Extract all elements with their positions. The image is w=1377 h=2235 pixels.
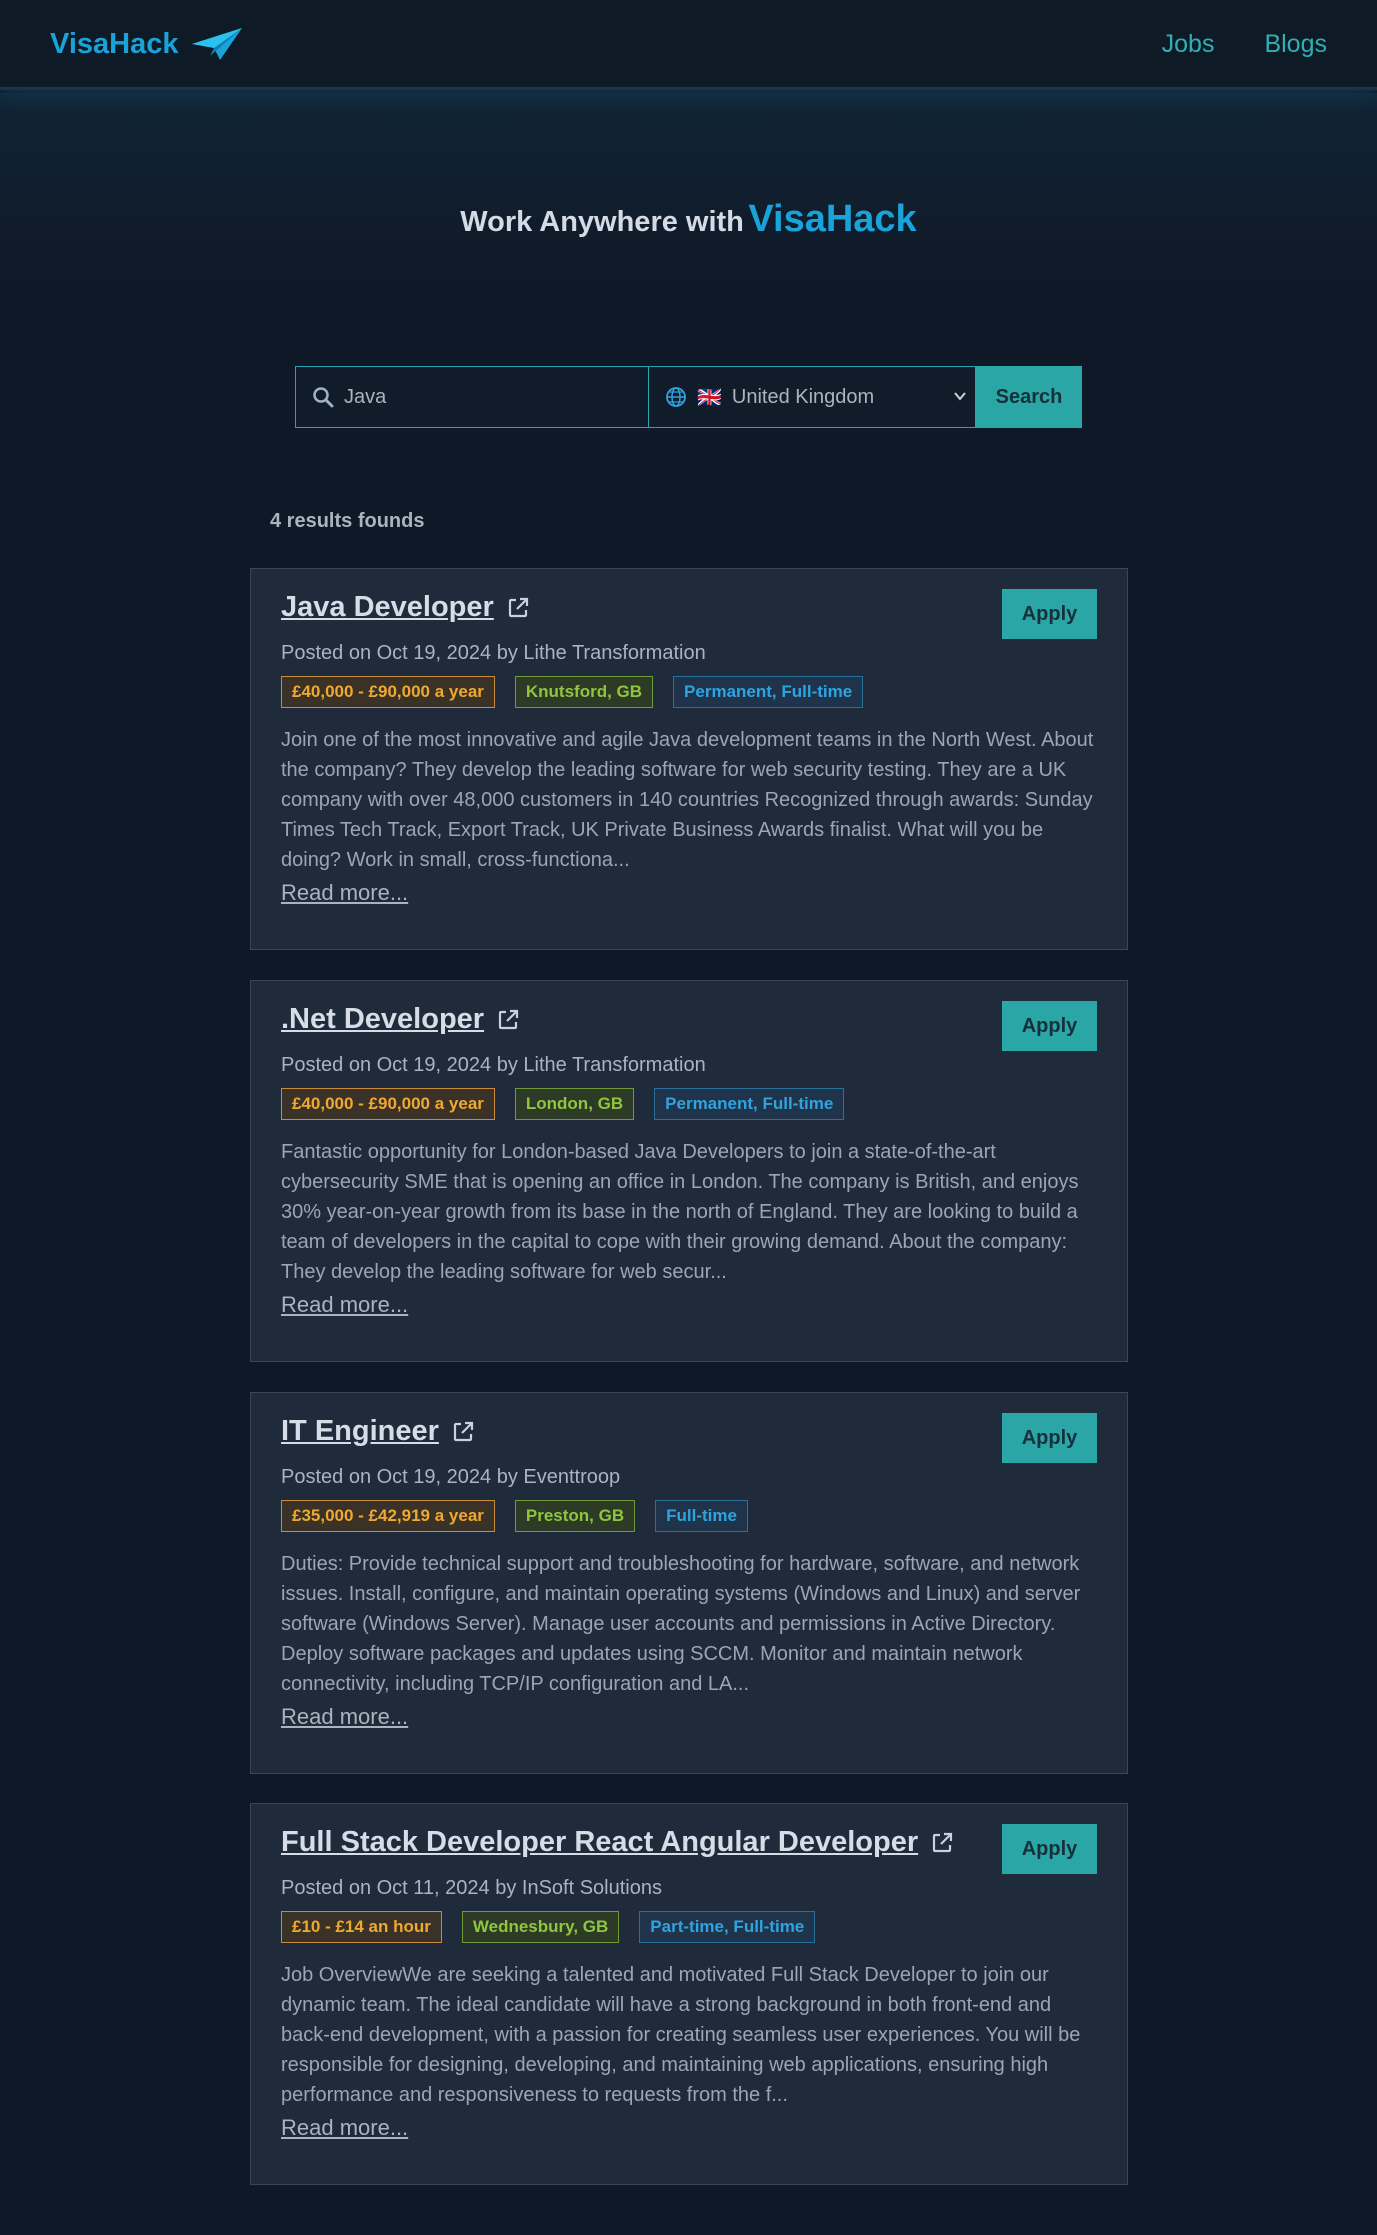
external-link-icon[interactable] <box>506 596 530 620</box>
search-field[interactable] <box>295 366 649 428</box>
read-more-link[interactable]: Read more... <box>281 1704 408 1730</box>
search-form: 🇬🇧 United Kingdom Search <box>295 366 1082 428</box>
job-title-link[interactable]: IT Engineer <box>281 1415 439 1448</box>
job-type-tag: Permanent, Full-time <box>673 676 864 708</box>
country-flag: 🇬🇧 <box>697 386 722 409</box>
job-title-link[interactable]: Full Stack Developer React Angular Devel… <box>281 1826 918 1859</box>
search-button[interactable]: Search <box>976 366 1082 428</box>
job-card: Full Stack Developer React Angular Devel… <box>250 1803 1128 2185</box>
globe-icon <box>666 387 686 407</box>
read-more-link[interactable]: Read more... <box>281 880 408 906</box>
job-description: Fantastic opportunity for London-based J… <box>281 1141 1079 1283</box>
nav-link-blogs[interactable]: Blogs <box>1264 30 1327 59</box>
job-tags: £35,000 - £42,919 a year Preston, GB Ful… <box>281 1500 748 1532</box>
job-tags: £10 - £14 an hour Wednesbury, GB Part-ti… <box>281 1911 816 1943</box>
apply-button[interactable]: Apply <box>1002 1824 1097 1874</box>
paper-plane-icon <box>192 28 243 60</box>
chevron-down-icon <box>954 392 966 401</box>
hero-glow <box>0 93 1377 293</box>
job-card: IT Engineer Apply Posted on Oct 19, 2024… <box>250 1392 1128 1774</box>
job-posted-info: Posted on Oct 11, 2024 by InSoft Solutio… <box>281 1877 662 1899</box>
external-link-icon[interactable] <box>451 1420 475 1444</box>
brand-name[interactable]: VisaHack <box>50 28 178 61</box>
hero-heading: Work Anywhere with VisaHack <box>0 198 1377 241</box>
nav-links: Jobs Blogs <box>1162 30 1327 59</box>
country-select[interactable]: 🇬🇧 United Kingdom <box>649 366 976 428</box>
job-title-link[interactable]: Java Developer <box>281 591 494 624</box>
salary-tag: £40,000 - £90,000 a year <box>281 1088 495 1120</box>
job-description: Join one of the most innovative and agil… <box>281 729 1094 871</box>
location-tag: Preston, GB <box>514 1500 636 1532</box>
read-more-link[interactable]: Read more... <box>281 2115 408 2141</box>
hero-lead-text: Work Anywhere with <box>460 206 744 238</box>
salary-tag: £10 - £14 an hour <box>281 1911 442 1943</box>
apply-button[interactable]: Apply <box>1002 1413 1097 1463</box>
job-description: Job OverviewWe are seeking a talented an… <box>281 1964 1081 2106</box>
job-description: Duties: Provide technical support and tr… <box>281 1553 1081 1695</box>
job-title-row: Full Stack Developer React Angular Devel… <box>281 1826 954 1859</box>
job-title-row: IT Engineer <box>281 1415 475 1448</box>
job-posted-info: Posted on Oct 19, 2024 by Lithe Transfor… <box>281 642 706 664</box>
job-title-row: .Net Developer <box>281 1003 520 1036</box>
location-tag: Knutsford, GB <box>514 676 654 708</box>
job-tags: £40,000 - £90,000 a year Knutsford, GB P… <box>281 676 864 708</box>
salary-tag: £40,000 - £90,000 a year <box>281 676 495 708</box>
brand-logo[interactable]: VisaHack <box>50 26 244 62</box>
job-card: Java Developer Apply Posted on Oct 19, 2… <box>250 568 1128 950</box>
apply-button[interactable]: Apply <box>1002 1001 1097 1051</box>
search-icon <box>313 387 334 408</box>
country-selected-value: United Kingdom <box>731 385 875 408</box>
external-link-icon[interactable] <box>496 1008 520 1032</box>
search-input[interactable] <box>344 385 624 409</box>
location-tag: Wednesbury, GB <box>461 1911 620 1943</box>
external-link-icon[interactable] <box>930 1831 954 1855</box>
job-type-tag: Permanent, Full-time <box>654 1088 845 1120</box>
job-title-link[interactable]: .Net Developer <box>281 1003 484 1036</box>
navbar: VisaHack Jobs Blogs <box>0 0 1377 90</box>
job-card: .Net Developer Apply Posted on Oct 19, 2… <box>250 980 1128 1362</box>
job-type-tag: Full-time <box>655 1500 748 1532</box>
job-title-row: Java Developer <box>281 591 530 624</box>
salary-tag: £35,000 - £42,919 a year <box>281 1500 495 1532</box>
results-count: 4 results founds <box>270 510 425 532</box>
location-tag: London, GB <box>514 1088 635 1120</box>
apply-button[interactable]: Apply <box>1002 589 1097 639</box>
read-more-link[interactable]: Read more... <box>281 1292 408 1318</box>
hero-brand-text: VisaHack <box>748 198 917 240</box>
job-type-tag: Part-time, Full-time <box>639 1911 816 1943</box>
job-posted-info: Posted on Oct 19, 2024 by Eventtroop <box>281 1466 621 1488</box>
job-posted-info: Posted on Oct 19, 2024 by Lithe Transfor… <box>281 1054 706 1076</box>
nav-link-jobs[interactable]: Jobs <box>1162 30 1215 59</box>
job-tags: £40,000 - £90,000 a year London, GB Perm… <box>281 1088 845 1120</box>
